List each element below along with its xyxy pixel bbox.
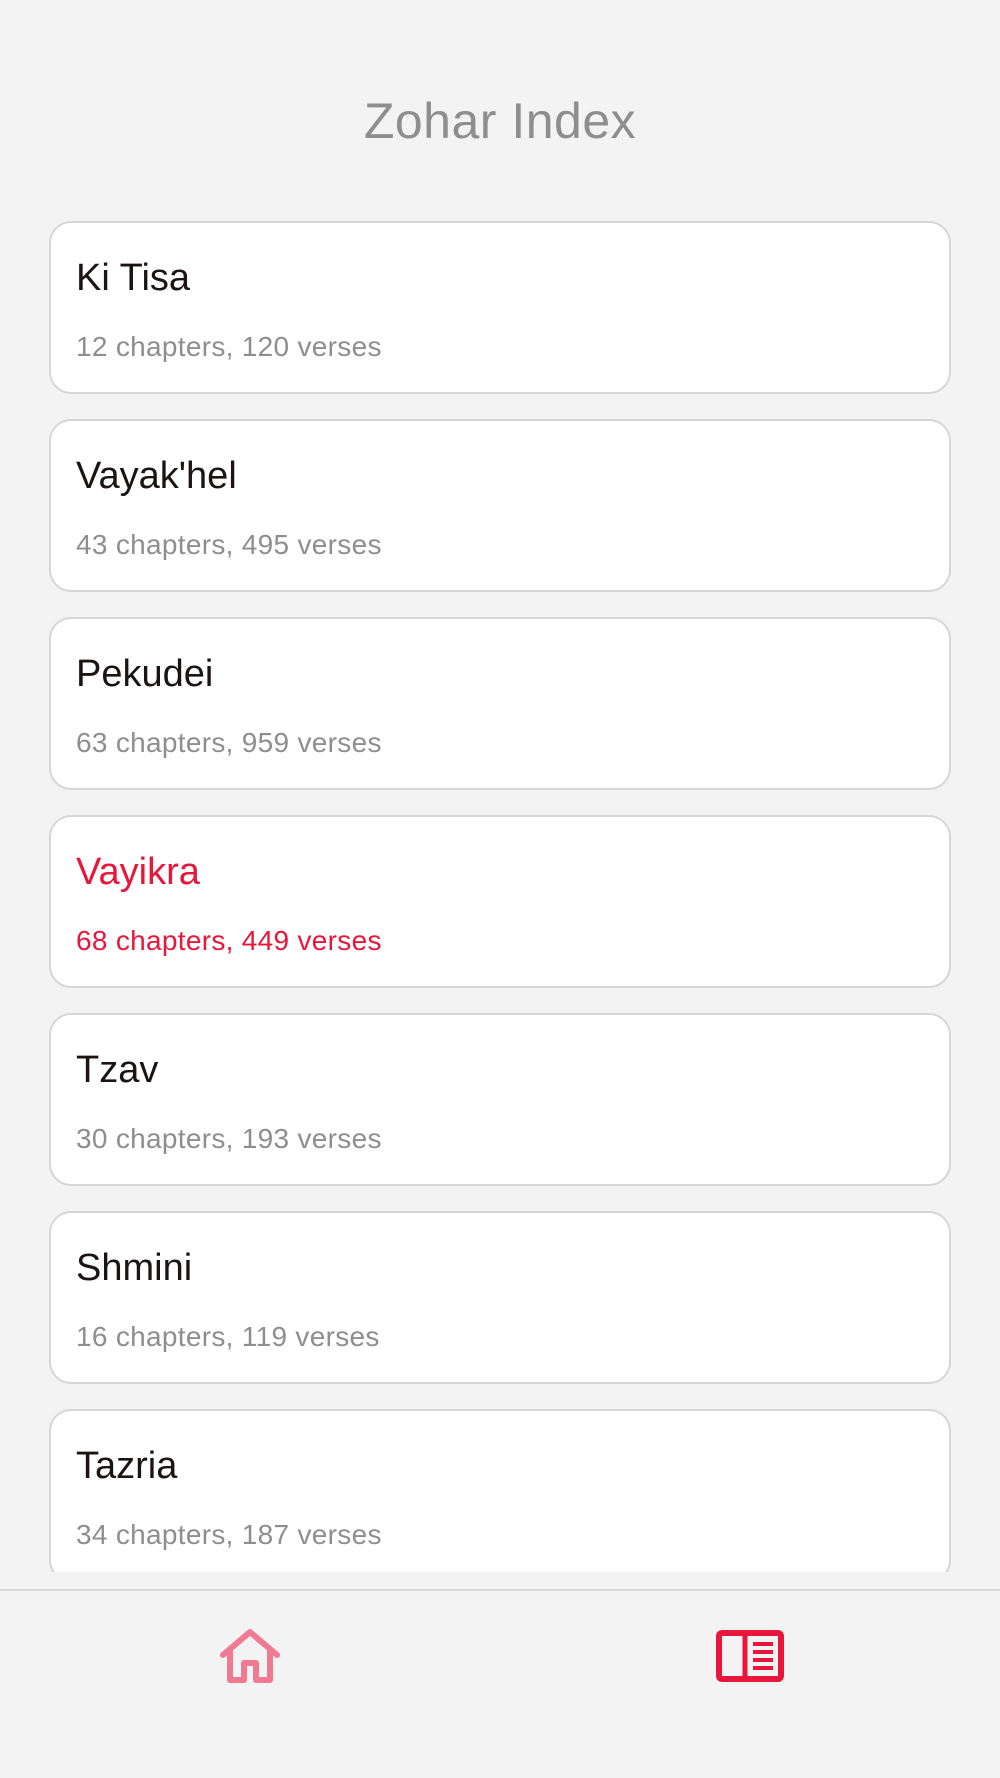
parasha-stats: 68 chapters, 449 verses [76,925,382,956]
list-item[interactable]: Tzav 30 chapters, 193 verses [49,1013,951,1186]
tab-home[interactable] [0,1591,500,1721]
tab-index[interactable] [500,1591,1000,1721]
home-icon [220,1629,280,1683]
parasha-stats: 34 chapters, 187 verses [76,1519,382,1550]
parasha-name: Shmini [76,1247,193,1289]
parasha-stats: 16 chapters, 119 verses [76,1321,380,1352]
list-item[interactable]: Pekudei 63 chapters, 959 verses [49,617,951,790]
parasha-list: Ki Tisa 12 chapters, 120 verses Vayak'he… [49,221,951,1572]
parasha-name: Vayikra [76,851,200,893]
book-index-icon [716,1630,784,1682]
parasha-name: Vayak'hel [76,455,237,497]
list-item[interactable]: Vayak'hel 43 chapters, 495 verses [49,419,951,592]
list-item[interactable]: Tazria 34 chapters, 187 verses [49,1409,951,1572]
parasha-name: Tzav [76,1049,159,1091]
bottom-tab-bar [0,1589,1000,1778]
parasha-name: Pekudei [76,653,214,695]
parasha-name: Ki Tisa [76,257,191,299]
parasha-stats: 12 chapters, 120 verses [76,331,382,362]
list-item-selected[interactable]: Vayikra 68 chapters, 449 verses [49,815,951,988]
parasha-name: Tazria [76,1445,178,1487]
parasha-stats: 43 chapters, 495 verses [76,529,382,560]
parasha-stats: 30 chapters, 193 verses [76,1123,382,1154]
list-item[interactable]: Shmini 16 chapters, 119 verses [49,1211,951,1384]
list-item[interactable]: Ki Tisa 12 chapters, 120 verses [49,221,951,394]
parasha-stats: 63 chapters, 959 verses [76,727,382,758]
parasha-list-viewport[interactable]: Ki Tisa 12 chapters, 120 verses Vayak'he… [0,0,1000,1572]
